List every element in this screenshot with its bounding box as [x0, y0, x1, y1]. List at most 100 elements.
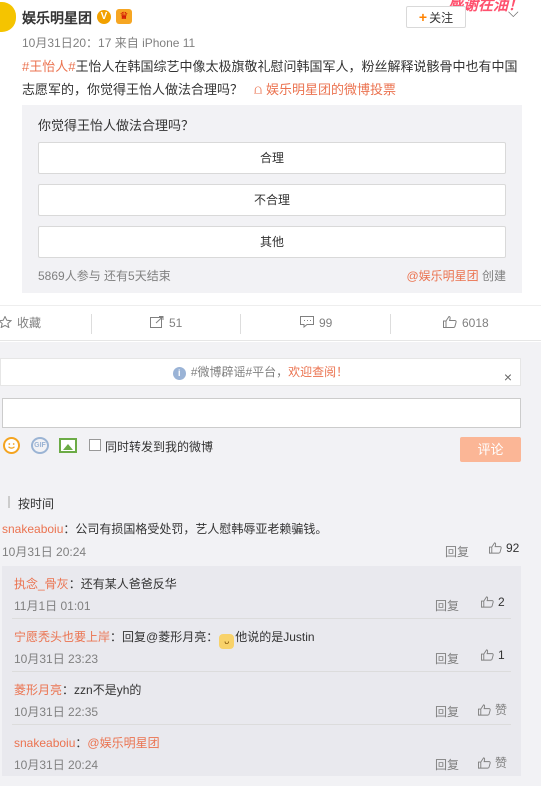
gif-icon[interactable]: GIF: [31, 437, 49, 454]
reply-user[interactable]: 宁愿秃头也要上岸: [14, 630, 110, 644]
cat-emoji-icon: ᴗ: [219, 634, 235, 649]
reply-text: ：: [75, 736, 88, 750]
poll-question: 你觉得王怡人做法合理吗？: [38, 118, 195, 133]
notice-link[interactable]: 欢迎查阅！: [288, 365, 348, 379]
reply-like-button[interactable]: 赞: [478, 701, 507, 718]
reply-button[interactable]: 回复: [435, 703, 459, 720]
repost-count: 51: [169, 316, 183, 330]
divider: [240, 314, 241, 334]
chevron-down-icon[interactable]: ⌵: [508, 4, 519, 21]
reply-mention[interactable]: 菱形月亮: [158, 630, 206, 644]
reply-button[interactable]: 回复: [435, 597, 459, 614]
comment-text: ：公司有损国格受处罚，艺人慰韩辱亚老赖骗钱。: [63, 522, 328, 536]
poll-creator-suffix: 创建: [478, 269, 506, 283]
post-device: iPhone 11: [142, 36, 196, 50]
like-count: 6018: [462, 316, 489, 330]
thumbs-up-icon: [481, 649, 494, 661]
reply-like-button[interactable]: 2: [481, 595, 505, 609]
vote-link-icon: ⩍: [253, 82, 263, 97]
comment-count: 99: [319, 316, 333, 330]
plus-icon: +: [418, 9, 428, 25]
reply-button[interactable]: 回复: [445, 543, 469, 560]
author-name[interactable]: 娱乐明星团: [22, 8, 92, 28]
submit-comment-button[interactable]: 评论: [460, 437, 521, 462]
poll-creator: @娱乐明星团 创建: [406, 267, 506, 284]
repost-button[interactable]: 51: [150, 306, 182, 340]
comment-like-button[interactable]: 92: [489, 541, 519, 555]
comment-user[interactable]: snakeaboiu: [2, 522, 63, 536]
reply-item: 执念_骨灰：还有某人爸爸反华: [14, 575, 177, 592]
sort-marker: [8, 496, 10, 508]
reply-user[interactable]: 菱形月亮: [14, 683, 62, 697]
comment-button[interactable]: 99: [300, 306, 332, 340]
rumor-notice: i #微博辟谣#平台，欢迎查阅！ ×: [0, 358, 521, 386]
comment-item: snakeaboiu：公司有损国格受处罚，艺人慰韩辱亚老赖骗钱。: [2, 520, 327, 537]
reply-item: 宁愿秃头也要上岸：回复@菱形月亮： ᴗ 他说的是Justin: [14, 628, 315, 649]
topic-link[interactable]: #王怡人#: [22, 59, 75, 74]
reply-text-tail: 他说的是Justin: [235, 630, 315, 644]
reply-time: 10月31日 23:23: [14, 652, 99, 666]
repost-icon: [150, 316, 164, 328]
vote-link[interactable]: ⩍ 娱乐明星团的微博投票: [247, 82, 396, 97]
post-meta: 10月31日20：17 来自 iPhone 11: [22, 34, 195, 51]
comment-icon: [300, 316, 314, 328]
follow-button[interactable]: + 关注: [406, 6, 466, 28]
reply-like-label: 赞: [495, 756, 508, 770]
poll-stats: 5869人参与 还有5天结束: [38, 269, 171, 283]
reply-item: snakeaboiu：@娱乐明星团: [14, 734, 160, 751]
thumbs-up-icon: [478, 757, 491, 769]
divider: [12, 724, 511, 725]
poll-creator-link[interactable]: @娱乐明星团: [406, 269, 478, 283]
favorite-button[interactable]: 收藏: [0, 306, 41, 340]
thumbs-up-icon: [489, 542, 502, 554]
thumbs-up-icon: [481, 596, 494, 608]
reply-like-count: 1: [498, 648, 505, 662]
divider: [390, 314, 391, 334]
post-text: #王怡人#王怡人在韩国综艺中像太极旗敬礼慰问韩国军人，粉丝解释说骸骨中也有中国志…: [22, 55, 518, 101]
reply-button[interactable]: 回复: [435, 756, 459, 773]
reply-like-button[interactable]: 赞: [478, 754, 507, 771]
emoji-icon[interactable]: [3, 437, 20, 454]
reply-text: ：还有某人爸爸反华: [68, 577, 177, 591]
vote-link-label: 娱乐明星团的微博投票: [265, 82, 396, 97]
reply-time: 10月31日 22:35: [14, 705, 99, 719]
reply-item: 菱形月亮：zzn不是yh的: [14, 681, 141, 698]
divider: [12, 618, 511, 619]
notice-text: #微博辟谣#平台，: [190, 365, 289, 379]
poll-card: 你觉得王怡人做法合理吗？ 合理 不合理 其他 5869人参与 还有5天结束 @娱…: [22, 105, 522, 293]
post-time[interactable]: 10月31日20：17 来自: [22, 36, 139, 50]
sort-by-time[interactable]: 按时间: [18, 495, 54, 512]
repost-checkbox[interactable]: [89, 439, 101, 451]
image-icon[interactable]: [59, 438, 77, 453]
reply-like-button[interactable]: 1: [481, 648, 505, 662]
star-icon: [0, 316, 12, 328]
reply-text-colon: ：: [206, 630, 219, 644]
repost-checkbox-label: 同时转发到我的微博: [105, 440, 214, 454]
reply-like-label: 赞: [495, 703, 508, 717]
follow-label: 关注: [429, 11, 454, 25]
favorite-label: 收藏: [17, 316, 42, 330]
poll-option[interactable]: 其他: [38, 226, 506, 258]
reply-text: ：回复@: [110, 630, 159, 644]
reply-button[interactable]: 回复: [435, 650, 459, 667]
avatar[interactable]: [0, 2, 16, 32]
reply-like-count: 2: [498, 595, 505, 609]
reply-user[interactable]: snakeaboiu: [14, 736, 75, 750]
reply-time: 10月31日 20:24: [14, 758, 99, 772]
thumbs-up-icon: [478, 704, 491, 716]
like-button[interactable]: 6018: [443, 306, 489, 340]
comment-input[interactable]: [2, 398, 521, 428]
divider: [91, 314, 92, 334]
close-icon[interactable]: ×: [504, 364, 512, 390]
reply-text: ：zzn不是yh的: [62, 683, 142, 697]
divider: [12, 671, 511, 672]
reply-user[interactable]: 执念_骨灰: [14, 577, 69, 591]
reply-time: 11月1日 01:01: [14, 599, 91, 613]
reply-mention[interactable]: @娱乐明星团: [87, 736, 159, 750]
poll-option[interactable]: 不合理: [38, 184, 506, 216]
comment-time: 10月31日 20:24: [2, 545, 87, 559]
action-bar: 收藏 51 99 6018: [0, 305, 541, 341]
reply-list: 执念_骨灰：还有某人爸爸反华 11月1日 01:01 回复 2 宁愿秃头也要上岸…: [2, 566, 521, 776]
thumbs-up-icon: [443, 316, 457, 328]
poll-option[interactable]: 合理: [38, 142, 506, 174]
